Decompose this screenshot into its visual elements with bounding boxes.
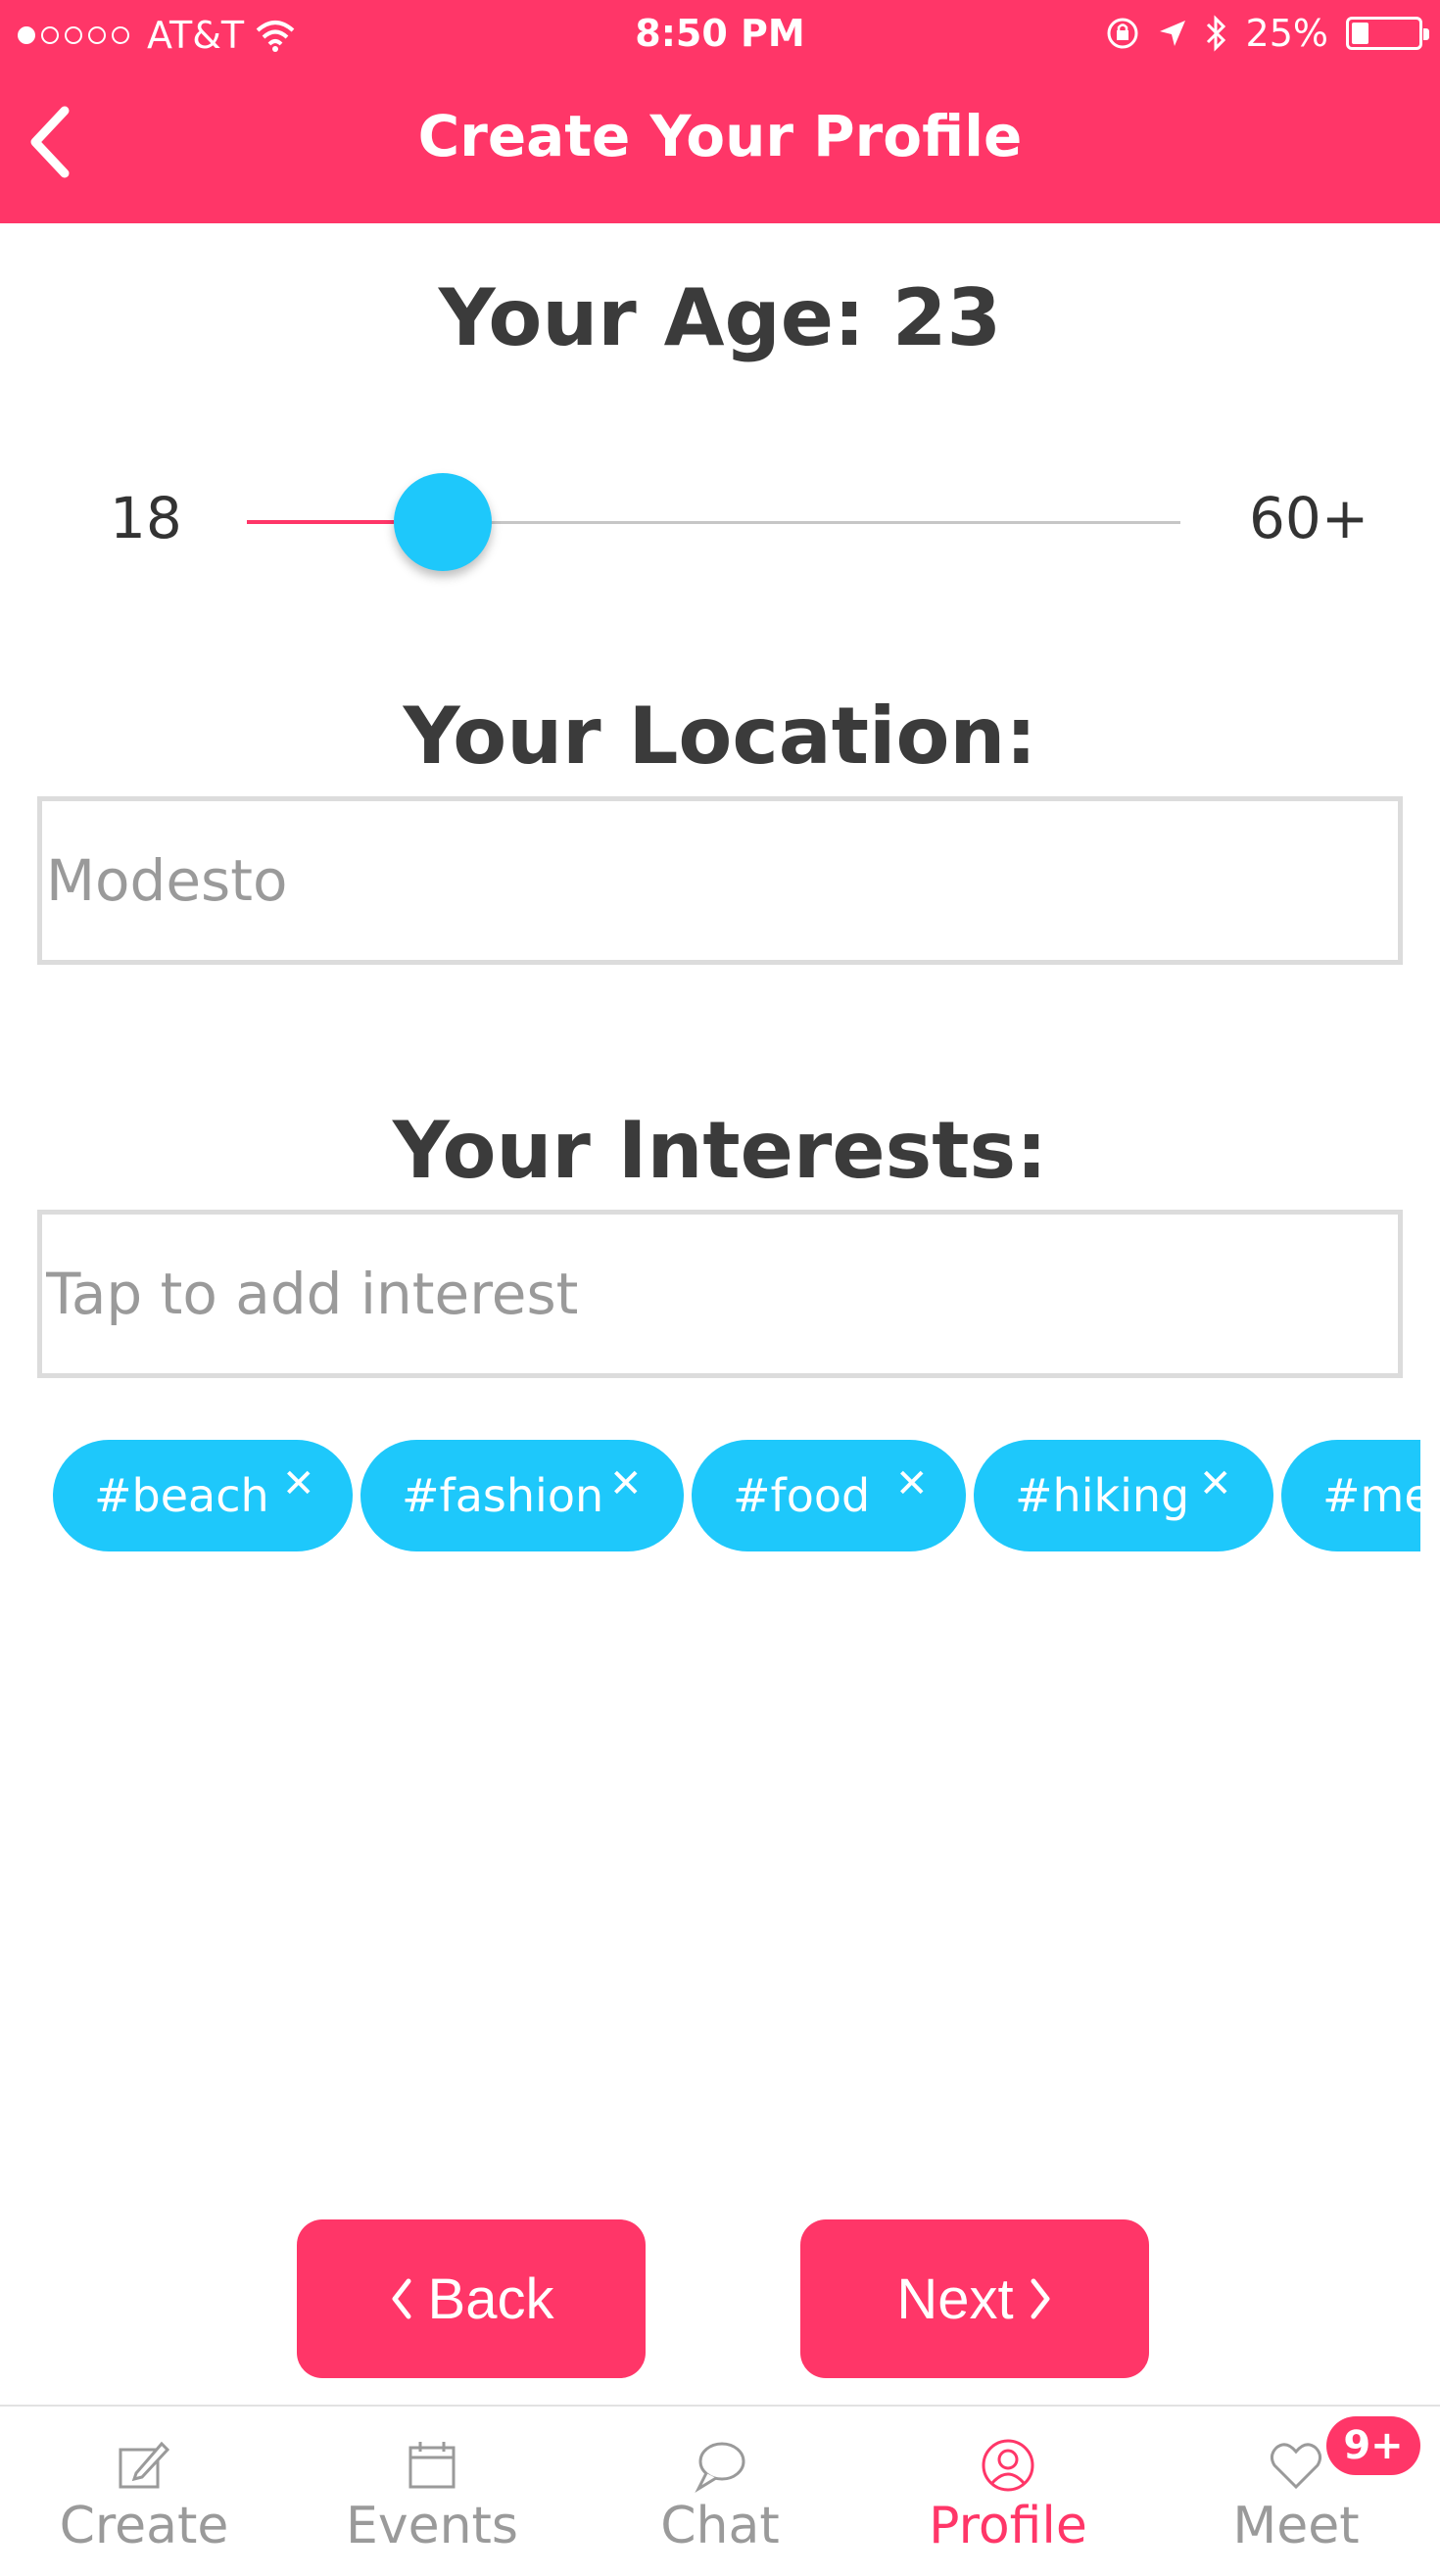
tab-label: Events — [345, 2497, 519, 2555]
interest-tag[interactable]: #fashion ✕ — [360, 1440, 684, 1551]
chat-bubble-icon — [695, 2442, 745, 2494]
interest-tag-label: #fashion — [402, 1469, 604, 1522]
location-title: Your Location: — [403, 691, 1037, 782]
tab-label: Profile — [929, 2497, 1087, 2555]
calendar-icon — [408, 2442, 456, 2489]
page-title: Create Your Profile — [417, 103, 1023, 169]
age-slider-fill — [247, 520, 394, 524]
next-button-label: Next — [896, 2266, 1014, 2331]
pencil-square-icon — [119, 2441, 170, 2489]
status-bar: AT&T 8:50 PM 25% — [0, 0, 1440, 74]
remove-tag-icon[interactable]: ✕ — [282, 1461, 315, 1506]
next-button[interactable]: Next — [800, 2219, 1149, 2378]
age-slider-thumb[interactable] — [393, 473, 492, 571]
tab-bar: Create Events Chat Profile 9+ Meet — [0, 2405, 1440, 2576]
age-min-label: 18 — [110, 485, 182, 551]
interests-field[interactable] — [37, 1210, 1403, 1378]
tab-label: Create — [59, 2497, 229, 2555]
interest-tag-label: #food — [733, 1469, 871, 1522]
interest-tag[interactable]: #med — [1281, 1440, 1420, 1551]
tab-create[interactable]: Create — [0, 2407, 288, 2576]
back-button-label: Back — [427, 2266, 554, 2331]
orientation-lock-icon — [1107, 18, 1138, 49]
location-input[interactable] — [42, 801, 1398, 960]
interest-tag-label: #hiking — [1015, 1469, 1190, 1522]
battery-icon — [1346, 17, 1429, 50]
remove-tag-icon[interactable]: ✕ — [895, 1461, 929, 1506]
interest-tag[interactable]: #beach ✕ — [53, 1440, 353, 1551]
remove-tag-icon[interactable]: ✕ — [1199, 1461, 1232, 1506]
interest-tag-label: #med — [1322, 1469, 1420, 1522]
interest-tags: #beach ✕ #fashion ✕ #food ✕ #hiking ✕ #m… — [53, 1440, 1420, 1551]
age-max-label: 60+ — [1249, 485, 1369, 551]
bluetooth-icon — [1206, 15, 1225, 52]
remove-tag-icon[interactable]: ✕ — [609, 1461, 643, 1506]
header-bar: AT&T 8:50 PM 25% Create Your Profile — [0, 0, 1440, 223]
battery-percent: 25% — [1245, 12, 1328, 55]
location-arrow-icon — [1159, 21, 1185, 46]
tab-profile[interactable]: Profile — [864, 2407, 1152, 2576]
interest-tag[interactable]: #food ✕ — [692, 1440, 966, 1551]
chevron-left-icon — [392, 2278, 411, 2319]
interest-tag[interactable]: #hiking ✕ — [974, 1440, 1273, 1551]
interest-tag-label: #beach — [94, 1469, 269, 1522]
tab-label: Meet — [1232, 2497, 1360, 2555]
tab-meet[interactable]: 9+ Meet — [1152, 2407, 1440, 2576]
heart-icon — [1270, 2443, 1322, 2490]
age-title: Your Age: 23 — [438, 272, 1002, 363]
chevron-right-icon — [1031, 2278, 1050, 2319]
tab-events[interactable]: Events — [288, 2407, 576, 2576]
tab-label: Chat — [660, 2497, 780, 2555]
user-circle-icon — [982, 2439, 1034, 2492]
interest-input[interactable] — [42, 1215, 1398, 1373]
back-button[interactable]: Back — [297, 2219, 646, 2378]
interests-title: Your Interests: — [392, 1105, 1048, 1196]
meet-badge: 9+ — [1326, 2416, 1420, 2475]
location-field[interactable] — [37, 796, 1403, 965]
tab-chat[interactable]: Chat — [576, 2407, 864, 2576]
